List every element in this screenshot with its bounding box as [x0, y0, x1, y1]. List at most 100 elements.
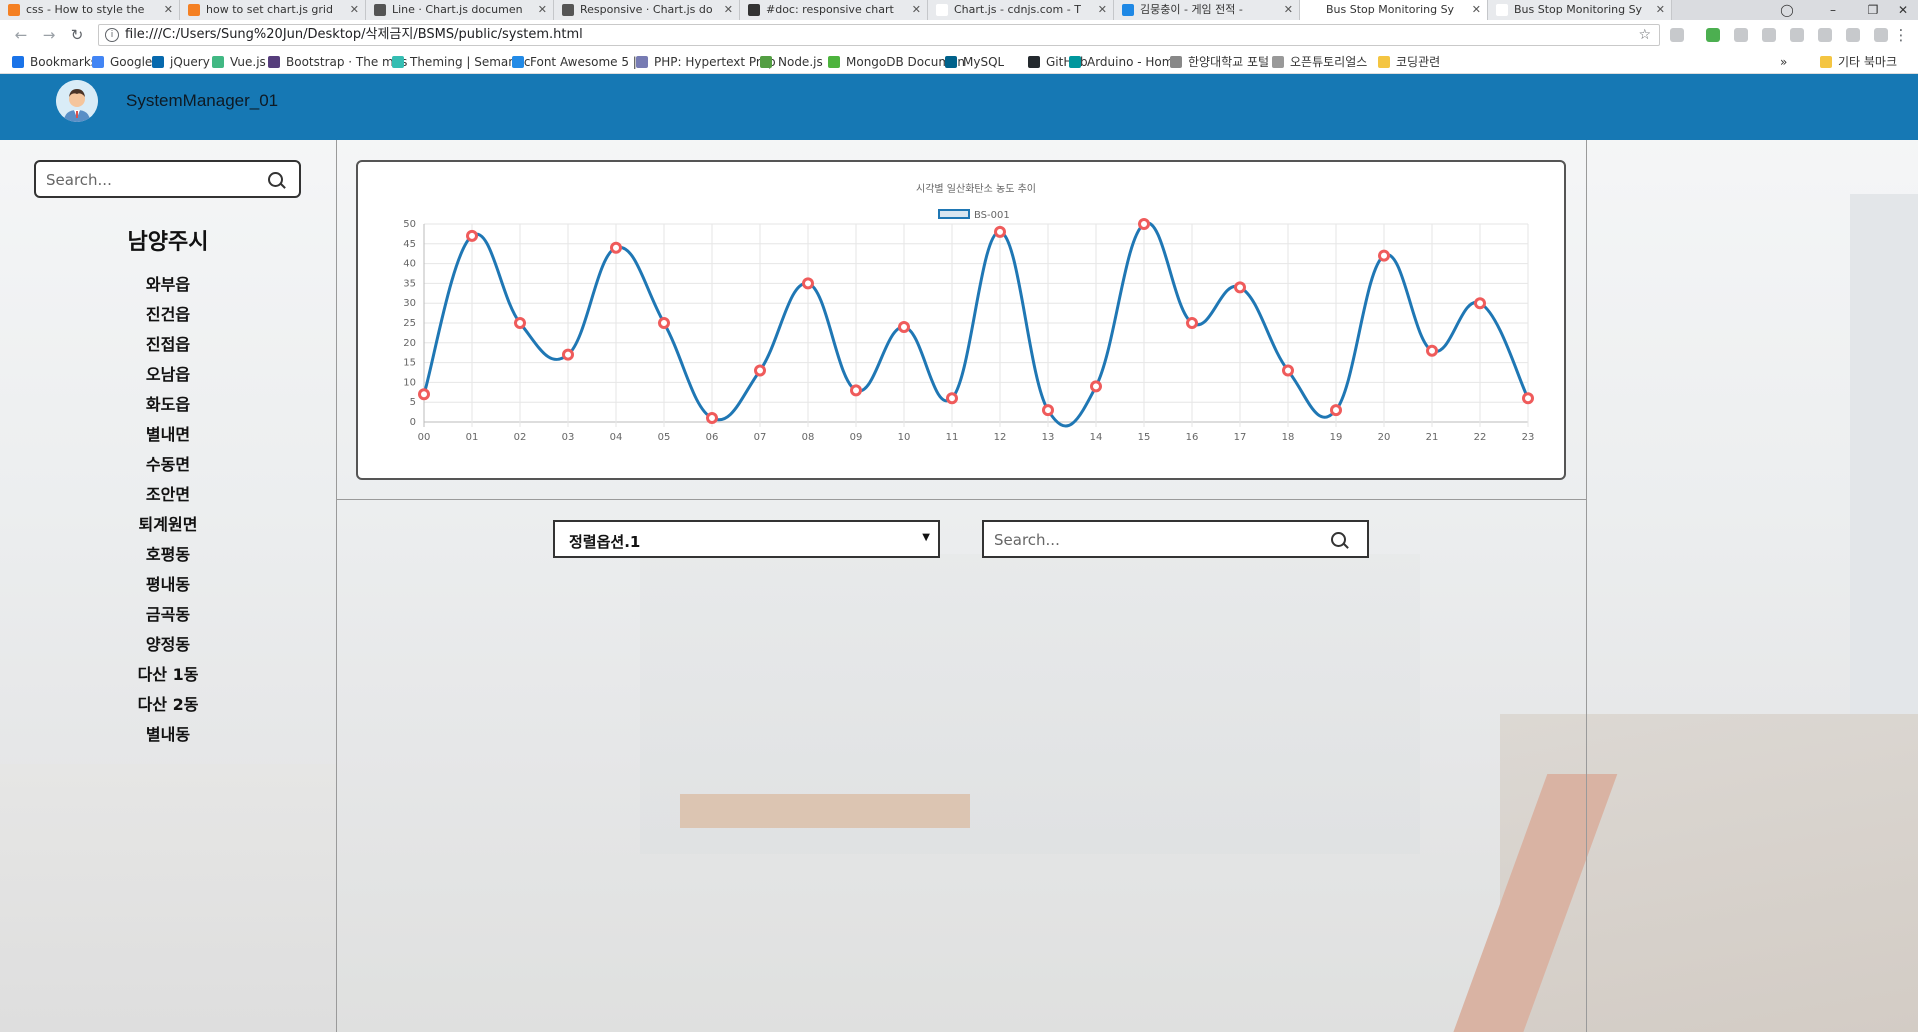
bookmark-favicon-icon	[828, 56, 840, 68]
district-item[interactable]: 조안면	[0, 480, 336, 510]
bookmark-item[interactable]: Bookmarks	[12, 54, 97, 70]
bookmark-item[interactable]: MySQL	[945, 54, 1004, 70]
tab-title: Line · Chart.js documen	[392, 3, 523, 16]
search-icon[interactable]	[268, 172, 283, 187]
other-bookmarks[interactable]: 기타 북마크	[1820, 54, 1897, 70]
bookmark-item[interactable]: Google	[92, 54, 152, 70]
sidebar-search-input[interactable]: Search...	[34, 160, 301, 198]
browser-tab-strip: css - How to style the ✕ how to set chart.…	[0, 0, 1918, 20]
district-item[interactable]: 퇴계원면	[0, 510, 336, 540]
tab-title: #doc: responsive chart	[766, 3, 894, 16]
bookmark-item[interactable]: 한양대학교 포털	[1170, 54, 1269, 70]
extension-icon-2[interactable]	[1706, 28, 1720, 42]
tab-close-icon[interactable]: ✕	[164, 0, 173, 19]
y-tick-label: 30	[403, 298, 416, 309]
search-icon[interactable]	[1331, 532, 1346, 547]
browser-tab[interactable]: Bus Stop Monitoring Sy ✕	[1300, 0, 1488, 20]
bookmarks-bar: » 기타 북마크 Bookmarks Google jQuery Vue.js Boot…	[0, 50, 1918, 74]
bookmark-favicon-icon	[212, 56, 224, 68]
close-window-button[interactable]: ✕	[1880, 0, 1918, 20]
data-point	[850, 384, 862, 397]
avatar[interactable]	[56, 80, 98, 122]
bookmark-label: Arduino - Home	[1087, 55, 1181, 69]
bookmark-item[interactable]: jQuery	[152, 54, 210, 70]
district-item[interactable]: 진건읍	[0, 300, 336, 330]
extension-icon-4[interactable]	[1762, 28, 1776, 42]
bookmark-item[interactable]: PHP: Hypertext Prep	[636, 54, 776, 70]
tab-close-icon[interactable]: ✕	[1098, 0, 1107, 19]
bookmark-item[interactable]: Bootstrap · The mos	[268, 54, 407, 70]
bookmark-item[interactable]: Vue.js	[212, 54, 266, 70]
app-header: SystemManager_01	[0, 74, 1918, 140]
user-icon[interactable]: ◯	[1764, 0, 1810, 20]
address-bar[interactable]: i file:///C:/Users/Sung%20Jun/Desktop/삭제…	[98, 24, 1660, 46]
district-item[interactable]: 별내동	[0, 720, 336, 750]
bookmark-item[interactable]: 코딩관련	[1378, 54, 1440, 70]
x-tick-label: 21	[1426, 432, 1439, 443]
district-item[interactable]: 오남읍	[0, 360, 336, 390]
forward-icon[interactable]: →	[38, 24, 60, 46]
browser-tab[interactable]: css - How to style the ✕	[0, 0, 180, 20]
y-tick-label: 45	[403, 239, 416, 250]
tab-close-icon[interactable]: ✕	[538, 0, 547, 19]
browser-tab[interactable]: Chart.js - cdnjs.com - T ✕	[928, 0, 1114, 20]
bookmark-star-icon[interactable]: ☆	[1638, 25, 1651, 45]
y-tick-label: 20	[403, 338, 416, 349]
tab-close-icon[interactable]: ✕	[350, 0, 359, 19]
main-search-input[interactable]: Search...	[982, 520, 1369, 558]
extension-icon-5[interactable]	[1790, 28, 1804, 42]
district-item[interactable]: 다산 1동	[0, 660, 336, 690]
district-item[interactable]: 화도읍	[0, 390, 336, 420]
browser-tab[interactable]: Bus Stop Monitoring Sy ✕	[1488, 0, 1672, 20]
tab-close-icon[interactable]: ✕	[724, 0, 733, 19]
browser-tab[interactable]: 김뭉충이 - 게임 전적 - ✕	[1114, 0, 1300, 20]
tab-favicon-icon	[8, 4, 20, 16]
bookmark-item[interactable]: 오픈튜토리얼스	[1272, 54, 1367, 70]
bookmark-item[interactable]: Theming | Semantic	[392, 54, 531, 70]
browser-tab[interactable]: #doc: responsive chart ✕	[740, 0, 928, 20]
x-tick-label: 03	[562, 432, 575, 443]
bookmark-item[interactable]: Arduino - Home	[1069, 54, 1181, 70]
district-item[interactable]: 진접읍	[0, 330, 336, 360]
district-item[interactable]: 평내동	[0, 570, 336, 600]
back-icon[interactable]: ←	[10, 24, 32, 46]
chart-title: 시각별 일산화탄소 농도 추이	[916, 183, 1036, 195]
district-item[interactable]: 양정동	[0, 630, 336, 660]
sort-option-select[interactable]: 정렬옵션.1 ▼	[553, 520, 940, 558]
extension-icon-1[interactable]	[1670, 28, 1684, 42]
district-item[interactable]: 수동면	[0, 450, 336, 480]
bookmark-item[interactable]: Font Awesome 5 | F	[512, 54, 648, 70]
tab-close-icon[interactable]: ✕	[1472, 0, 1481, 19]
browser-tab[interactable]: Responsive · Chart.js do ✕	[554, 0, 740, 20]
info-icon[interactable]: i	[105, 28, 119, 42]
background-bench	[680, 794, 970, 828]
tab-close-icon[interactable]: ✕	[1284, 0, 1293, 19]
extension-icon-7[interactable]	[1846, 28, 1860, 42]
bookmarks-overflow-button[interactable]: »	[1780, 54, 1787, 70]
bookmark-item[interactable]: Node.js	[760, 54, 823, 70]
menu-icon[interactable]: ⋮	[1890, 24, 1912, 46]
reload-icon[interactable]: ↻	[66, 24, 88, 46]
tab-close-icon[interactable]: ✕	[912, 0, 921, 19]
district-item[interactable]: 별내면	[0, 420, 336, 450]
district-item[interactable]: 와부읍	[0, 270, 336, 300]
district-item[interactable]: 다산 2동	[0, 690, 336, 720]
extension-icon-8[interactable]	[1874, 28, 1888, 42]
extension-icon-6[interactable]	[1818, 28, 1832, 42]
browser-tab[interactable]: how to set chart.js grid ✕	[180, 0, 366, 20]
browser-tab[interactable]: Line · Chart.js documen ✕	[366, 0, 554, 20]
tab-close-icon[interactable]: ✕	[1656, 0, 1665, 19]
data-point	[1378, 249, 1390, 262]
x-tick-label: 14	[1090, 432, 1103, 443]
x-tick-label: 20	[1378, 432, 1391, 443]
data-point	[994, 225, 1006, 238]
bookmark-favicon-icon	[1272, 56, 1284, 68]
bookmark-favicon-icon	[1028, 56, 1040, 68]
tab-title: Bus Stop Monitoring Sy	[1326, 3, 1455, 16]
district-item[interactable]: 금곡동	[0, 600, 336, 630]
district-item[interactable]: 호평동	[0, 540, 336, 570]
tab-title: Bus Stop Monitoring Sy	[1514, 3, 1643, 16]
extension-icon-3[interactable]	[1734, 28, 1748, 42]
y-tick-label: 25	[403, 318, 416, 329]
y-tick-label: 40	[403, 259, 416, 270]
